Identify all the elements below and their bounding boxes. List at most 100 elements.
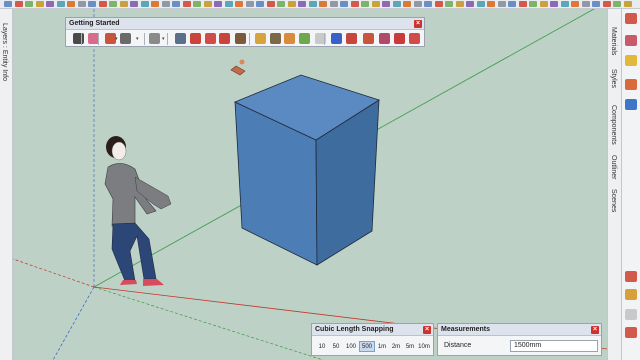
toolbar-icon[interactable] [109, 1, 117, 7]
toolbar-icon[interactable] [245, 1, 254, 7]
toolbar-icon[interactable] [172, 1, 180, 7]
toolbar-icon[interactable] [623, 1, 632, 7]
offset-icon[interactable] [235, 33, 246, 44]
tape-measure-icon[interactable] [255, 33, 266, 44]
toolbar-icon[interactable] [277, 1, 285, 7]
toolbar-icon[interactable] [35, 1, 44, 7]
side-tool-icon[interactable] [625, 99, 637, 110]
side-tool-icon[interactable] [625, 309, 637, 320]
scale-icon[interactable] [219, 33, 230, 44]
toolbar-icon[interactable] [592, 1, 600, 7]
toolbar-icon[interactable] [14, 1, 23, 7]
close-icon[interactable]: × [591, 326, 599, 334]
toolbar-icon[interactable] [214, 1, 222, 7]
push-pull-icon[interactable] [175, 33, 186, 44]
toolbar-icon[interactable] [88, 1, 96, 7]
side-tool-icon[interactable] [625, 35, 637, 46]
paint-bucket-icon[interactable] [284, 33, 295, 44]
toolbar-icon[interactable] [287, 1, 296, 7]
toolbar-icon[interactable] [235, 1, 243, 7]
toolbar-icon[interactable] [56, 1, 65, 7]
default-tray[interactable]: Materials Styles Components Outliner Scenes [607, 9, 622, 360]
toolbar-icon[interactable] [455, 1, 464, 7]
toolbar-icon[interactable] [539, 1, 548, 7]
toolbar-icon[interactable] [371, 1, 380, 7]
close-icon[interactable]: × [423, 326, 431, 334]
right-toolbar[interactable] [622, 9, 640, 360]
toolbar-icon[interactable] [67, 1, 75, 7]
side-tool-icon[interactable] [625, 55, 637, 66]
side-tool-icon[interactable] [625, 327, 637, 338]
toolbar-icon[interactable] [392, 1, 401, 7]
left-tray[interactable]: Layers : Entity Info [0, 9, 13, 360]
toolbar-icon[interactable] [298, 1, 306, 7]
toolbar-icon[interactable] [77, 1, 86, 7]
toolbar-icon[interactable] [182, 1, 191, 7]
measurements-panel[interactable]: Measurements × Distance 1500mm [437, 323, 602, 356]
snap-value-50[interactable]: 50 [329, 342, 343, 353]
toolbar-icon[interactable] [119, 1, 128, 7]
toolbar-icon[interactable] [602, 1, 611, 7]
side-tool-icon[interactable] [625, 79, 637, 90]
toolbar-icon[interactable] [466, 1, 474, 7]
layout-icon[interactable] [394, 33, 405, 44]
toolbar-icon[interactable] [560, 1, 569, 7]
toolbar-icon[interactable] [413, 1, 422, 7]
toolbar-icon[interactable] [476, 1, 485, 7]
cubic-length-snapping-panel[interactable]: Cubic Length Snapping × 10 50 100 500 1m 2m 5m… [311, 323, 434, 356]
side-tool-icon[interactable] [625, 289, 637, 300]
toolbar-icon[interactable] [487, 1, 495, 7]
toolbar-icon[interactable] [571, 1, 579, 7]
chevron-down-icon[interactable]: ▾ [162, 36, 165, 42]
extension-warehouse-icon[interactable] [379, 33, 390, 44]
select-icon[interactable] [73, 33, 84, 44]
toolbar-icon[interactable] [434, 1, 443, 7]
toolbar-icon[interactable] [266, 1, 275, 7]
snap-value-100[interactable]: 100 [343, 342, 359, 353]
toolbar-icon[interactable] [550, 1, 558, 7]
toolbar-icon[interactable] [130, 1, 138, 7]
toolbar-icon[interactable] [151, 1, 159, 7]
toolbar-icon[interactable] [361, 1, 369, 7]
toolbar-icon[interactable] [140, 1, 149, 7]
tray-tab-materials[interactable]: Materials [610, 27, 617, 55]
toolbar-icon[interactable] [161, 1, 170, 7]
snap-value-1m[interactable]: 1m [375, 342, 389, 353]
toolbar-icon[interactable] [98, 1, 107, 7]
text-icon[interactable] [270, 33, 281, 44]
snap-value-2m[interactable]: 2m [389, 342, 403, 353]
tray-tab-outliner[interactable]: Outliner [610, 155, 617, 180]
rotate-icon[interactable] [205, 33, 216, 44]
toolbar-icon[interactable] [329, 1, 338, 7]
snap-value-5m[interactable]: 5m [403, 342, 417, 353]
chevron-down-icon[interactable]: ▾ [136, 36, 139, 42]
toolbar-icon[interactable] [4, 1, 12, 7]
toolbar-icon[interactable] [25, 1, 33, 7]
side-tool-icon[interactable] [625, 271, 637, 282]
toolbar-icon[interactable] [613, 1, 621, 7]
orbit-icon[interactable] [299, 33, 310, 44]
toolbar-icon[interactable] [224, 1, 233, 7]
left-tray-label[interactable]: Layers : Entity Info [1, 23, 8, 81]
measurements-title-bar[interactable]: Measurements × [438, 324, 601, 336]
toolbar-icon[interactable] [497, 1, 506, 7]
toolbar-icon[interactable] [46, 1, 54, 7]
getting-started-toolbar[interactable]: Getting Started × ▾ ▾ ▾ [65, 17, 425, 47]
tray-tab-scenes[interactable]: Scenes [610, 189, 617, 212]
close-icon[interactable]: × [414, 20, 422, 28]
snap-value-500[interactable]: 500 [359, 341, 375, 352]
toolbar-icon[interactable] [319, 1, 327, 7]
tray-tab-styles[interactable]: Styles [610, 69, 617, 88]
toolbar-icon[interactable] [203, 1, 212, 7]
toolbar-icon[interactable] [350, 1, 359, 7]
toolbar-icon[interactable] [382, 1, 390, 7]
toolbar-icon[interactable] [581, 1, 590, 7]
toolbar-icon[interactable] [445, 1, 453, 7]
toolbar-icon[interactable] [424, 1, 432, 7]
snap-value-10m[interactable]: 10m [417, 342, 431, 353]
zoom-icon[interactable] [331, 33, 342, 44]
person-figure[interactable] [104, 136, 172, 286]
snapping-title-bar[interactable]: Cubic Length Snapping × [312, 324, 433, 336]
modeling-viewport[interactable] [13, 9, 607, 360]
toolbar-icon[interactable] [518, 1, 527, 7]
